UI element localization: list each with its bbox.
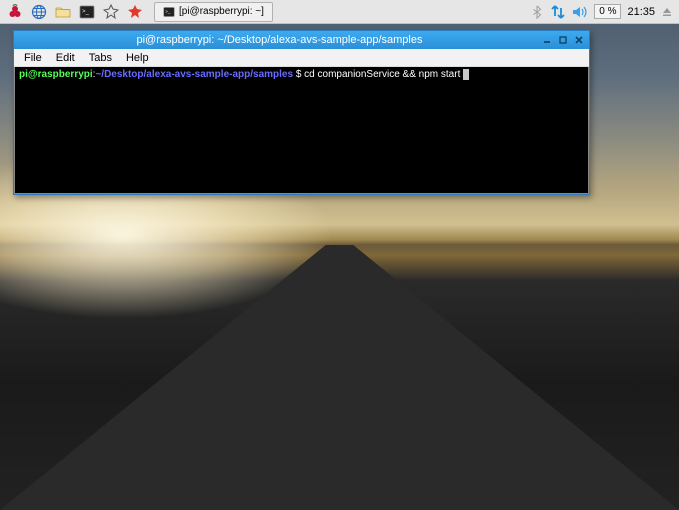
svg-text:>_: >_ — [82, 9, 90, 15]
filemanager-icon[interactable] — [52, 2, 74, 22]
prompt-user: pi@raspberrypi — [19, 69, 93, 80]
clock[interactable]: 21:35 — [627, 6, 655, 18]
svg-text:>_: >_ — [165, 8, 171, 13]
window-title: pi@raspberrypi: ~/Desktop/alexa-avs-samp… — [18, 34, 541, 46]
taskbar-app-terminal[interactable]: >_ [pi@raspberrypi: ~] — [154, 2, 273, 22]
cpu-meter[interactable]: 0 % — [594, 4, 621, 19]
menubar: File Edit Tabs Help — [14, 49, 589, 67]
wolfram-icon[interactable] — [100, 2, 122, 22]
browser-icon[interactable] — [28, 2, 50, 22]
taskbar-app-label: [pi@raspberrypi: ~] — [179, 6, 264, 17]
mathematica-icon[interactable] — [124, 2, 146, 22]
terminal-content[interactable]: pi@raspberrypi:~/Desktop/alexa-avs-sampl… — [14, 67, 589, 194]
prompt-path: ~/Desktop/alexa-avs-sample-app/samples — [95, 69, 293, 80]
network-icon[interactable] — [550, 5, 566, 19]
bluetooth-icon[interactable] — [530, 5, 544, 19]
menu-icon[interactable] — [4, 2, 26, 22]
prompt-command: cd companionService && npm start — [304, 69, 463, 80]
menu-help[interactable]: Help — [120, 50, 155, 66]
maximize-button[interactable] — [557, 34, 569, 46]
volume-icon[interactable] — [572, 5, 588, 19]
menu-file[interactable]: File — [18, 50, 48, 66]
minimize-button[interactable] — [541, 34, 553, 46]
titlebar[interactable]: pi@raspberrypi: ~/Desktop/alexa-avs-samp… — [14, 31, 589, 49]
cursor — [463, 69, 469, 80]
menu-tabs[interactable]: Tabs — [83, 50, 118, 66]
menu-edit[interactable]: Edit — [50, 50, 81, 66]
taskbar: >_ >_ [pi@raspberrypi: ~] 0 % 21:35 — [0, 0, 679, 24]
terminal-icon[interactable]: >_ — [76, 2, 98, 22]
close-button[interactable] — [573, 34, 585, 46]
terminal-window: pi@raspberrypi: ~/Desktop/alexa-avs-samp… — [13, 30, 590, 195]
eject-icon[interactable] — [661, 6, 673, 18]
